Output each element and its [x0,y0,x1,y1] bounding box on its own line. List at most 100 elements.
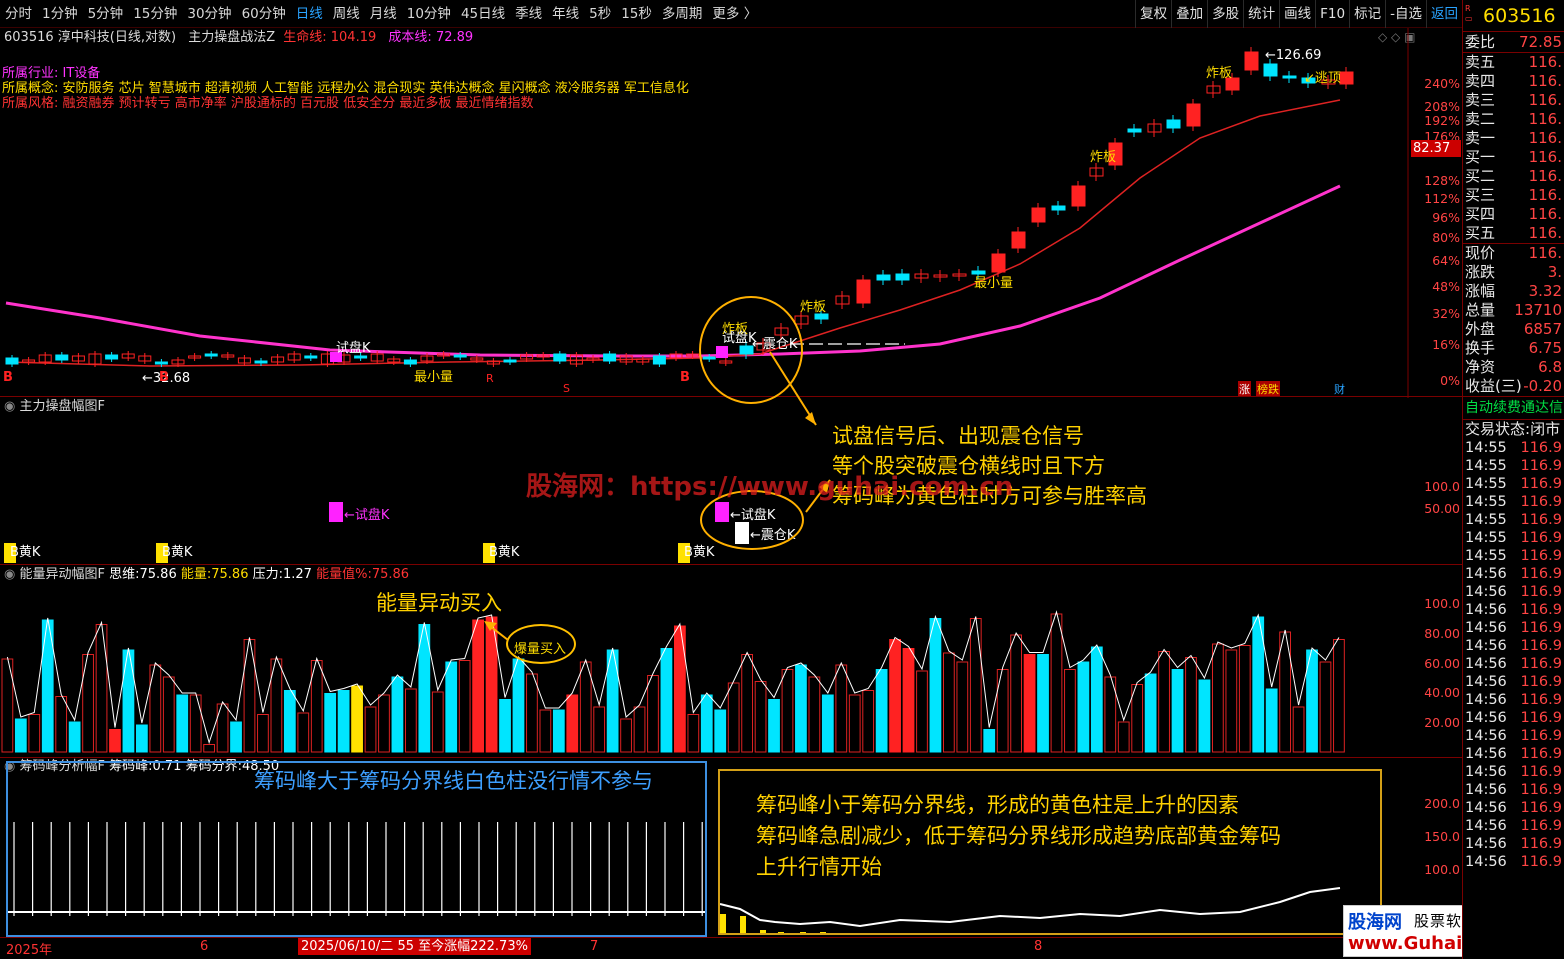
order-book-label: 卖五 [1465,53,1496,71]
tick-row: 14:56 116.9 [1463,565,1564,583]
tick-price: 116.9 [1520,656,1562,672]
quote-stat-value: 13710 [1514,301,1562,319]
order-book-row-2[interactable]: 卖三 116. [1463,91,1564,110]
order-book: 卖五 116. 卖四 116. 卖三 116. 卖二 116. 卖一 116. 买一 116. 买二 11… [1463,53,1564,243]
tick-time: 14:56 [1465,746,1507,762]
tick-price: 116.9 [1520,530,1562,546]
side-stock-code[interactable]: 603516 [1483,5,1556,27]
tick-price: 116.9 [1520,566,1562,582]
order-book-label: 买三 [1465,186,1496,204]
order-book-row-1[interactable]: 卖四 116. [1463,72,1564,91]
quote-stat-row-1[interactable]: 涨跌 3. [1463,263,1564,282]
order-book-value: 116. [1528,186,1562,204]
tick-list[interactable]: 14:55 116.9 14:55 116.9 14:55 116.9 14:55 116.9… [1463,439,1564,871]
tick-row: 14:56 116.9 [1463,673,1564,691]
order-book-value: 116. [1528,129,1562,147]
order-book-label: 卖三 [1465,91,1496,109]
order-book-row-5[interactable]: 买一 116. [1463,148,1564,167]
tick-time: 14:55 [1465,494,1507,510]
month-8-label: 8 [1034,939,1043,954]
month-7-label: 7 [590,939,599,954]
tick-time: 14:56 [1465,566,1507,582]
quote-stat-label: 涨跌 [1465,263,1496,281]
order-book-value: 116. [1528,224,1562,242]
order-book-row-9[interactable]: 买五 116. [1463,224,1564,243]
tick-row: 14:56 116.9 [1463,727,1564,745]
tick-price: 116.9 [1520,638,1562,654]
quote-stat-value: 6.75 [1528,339,1562,357]
order-book-row-6[interactable]: 买二 116. [1463,167,1564,186]
order-book-row-4[interactable]: 卖一 116. [1463,129,1564,148]
watermark: 股海网：https://www.guhai.com.cn [526,472,1014,502]
trading-window: 分时 1分钟 5分钟 15分钟 30分钟 60分钟 日线 周线 月线 10分钟 45日线 季线 年线 5秒… [0,0,1564,959]
tick-time: 14:56 [1465,818,1507,834]
quote-stats: 现价 116. 涨跌 3. 涨幅 3.32 总量 13710 外盘 6857 换手 6.75 净资 6.8… [1463,244,1564,396]
signal-note-1: 试盘信号后、出现震仓信号 [832,424,1084,448]
tick-price: 116.9 [1520,674,1562,690]
month-6-label: 6 [200,939,209,954]
trade-status-label: 交易状态:闭市 [1465,420,1560,439]
weibi-row: 委比 72.85 [1463,33,1564,52]
tick-time: 14:56 [1465,728,1507,744]
order-book-label: 买四 [1465,205,1496,223]
tick-row: 14:56 116.9 [1463,691,1564,709]
order-book-value: 116. [1528,72,1562,90]
tick-row: 14:56 116.9 [1463,835,1564,853]
quote-stat-label: 收益(三) [1465,377,1522,395]
order-book-label: 卖二 [1465,110,1496,128]
quote-stat-value: 3.32 [1528,282,1562,300]
tick-row: 14:56 116.9 [1463,853,1564,871]
order-book-label: 卖四 [1465,72,1496,90]
quote-stat-row-7[interactable]: 收益(三) -0.20 [1463,377,1564,396]
quote-stat-value: 6.8 [1538,358,1562,376]
tick-row: 14:56 116.9 [1463,655,1564,673]
side-header: R ▭ 603516 [1463,0,1564,32]
quote-stat-label: 总量 [1465,301,1496,319]
tick-price: 116.9 [1520,800,1562,816]
year-label: 2025年 [6,943,53,958]
tick-row: 14:56 116.9 [1463,619,1564,637]
tick-row: 14:56 116.9 [1463,781,1564,799]
tick-row: 14:56 116.9 [1463,763,1564,781]
quote-stat-label: 涨幅 [1465,282,1496,300]
tick-price: 116.9 [1520,710,1562,726]
tick-price: 116.9 [1520,854,1562,870]
order-book-value: 116. [1528,53,1562,71]
auto-renew-link[interactable]: 自动续费通达信 [1463,397,1564,419]
tick-time: 14:56 [1465,620,1507,636]
trade-status-value: 闭市 [1530,420,1561,438]
tick-row: 14:56 116.9 [1463,637,1564,655]
quote-stat-value: -0.20 [1523,377,1562,395]
order-book-row-3[interactable]: 卖二 116. [1463,110,1564,129]
tick-price: 116.9 [1520,476,1562,492]
order-book-label: 买五 [1465,224,1496,242]
tick-price: 116.9 [1520,620,1562,636]
weibi-label: 委比 [1465,33,1496,51]
quote-stat-row-4[interactable]: 外盘 6857 [1463,320,1564,339]
tick-time: 14:56 [1465,638,1507,654]
trade-status-label-text: 交易状态: [1465,420,1531,438]
tick-price: 116.9 [1520,746,1562,762]
quote-stat-row-2[interactable]: 涨幅 3.32 [1463,282,1564,301]
order-book-row-8[interactable]: 买四 116. [1463,205,1564,224]
quote-stat-row-3[interactable]: 总量 13710 [1463,301,1564,320]
tick-row: 14:55 116.9 [1463,511,1564,529]
order-book-label: 卖一 [1465,129,1496,147]
quote-stat-row-5[interactable]: 换手 6.75 [1463,339,1564,358]
quote-stat-label: 外盘 [1465,320,1496,338]
order-book-value: 116. [1528,91,1562,109]
quote-stat-row-0[interactable]: 现价 116. [1463,244,1564,263]
tick-row: 14:55 116.9 [1463,493,1564,511]
order-book-row-7[interactable]: 买三 116. [1463,186,1564,205]
quote-stat-row-6[interactable]: 净资 6.8 [1463,358,1564,377]
tick-time: 14:55 [1465,458,1507,474]
tick-time: 14:56 [1465,710,1507,726]
tick-price: 116.9 [1520,818,1562,834]
quote-stat-label: 净资 [1465,358,1496,376]
tick-row: 14:56 116.9 [1463,799,1564,817]
order-book-row-0[interactable]: 卖五 116. [1463,53,1564,72]
order-book-value: 116. [1528,110,1562,128]
quote-stat-value: 6857 [1523,320,1562,338]
tick-time: 14:55 [1465,440,1507,456]
tick-row: 14:56 116.9 [1463,745,1564,763]
